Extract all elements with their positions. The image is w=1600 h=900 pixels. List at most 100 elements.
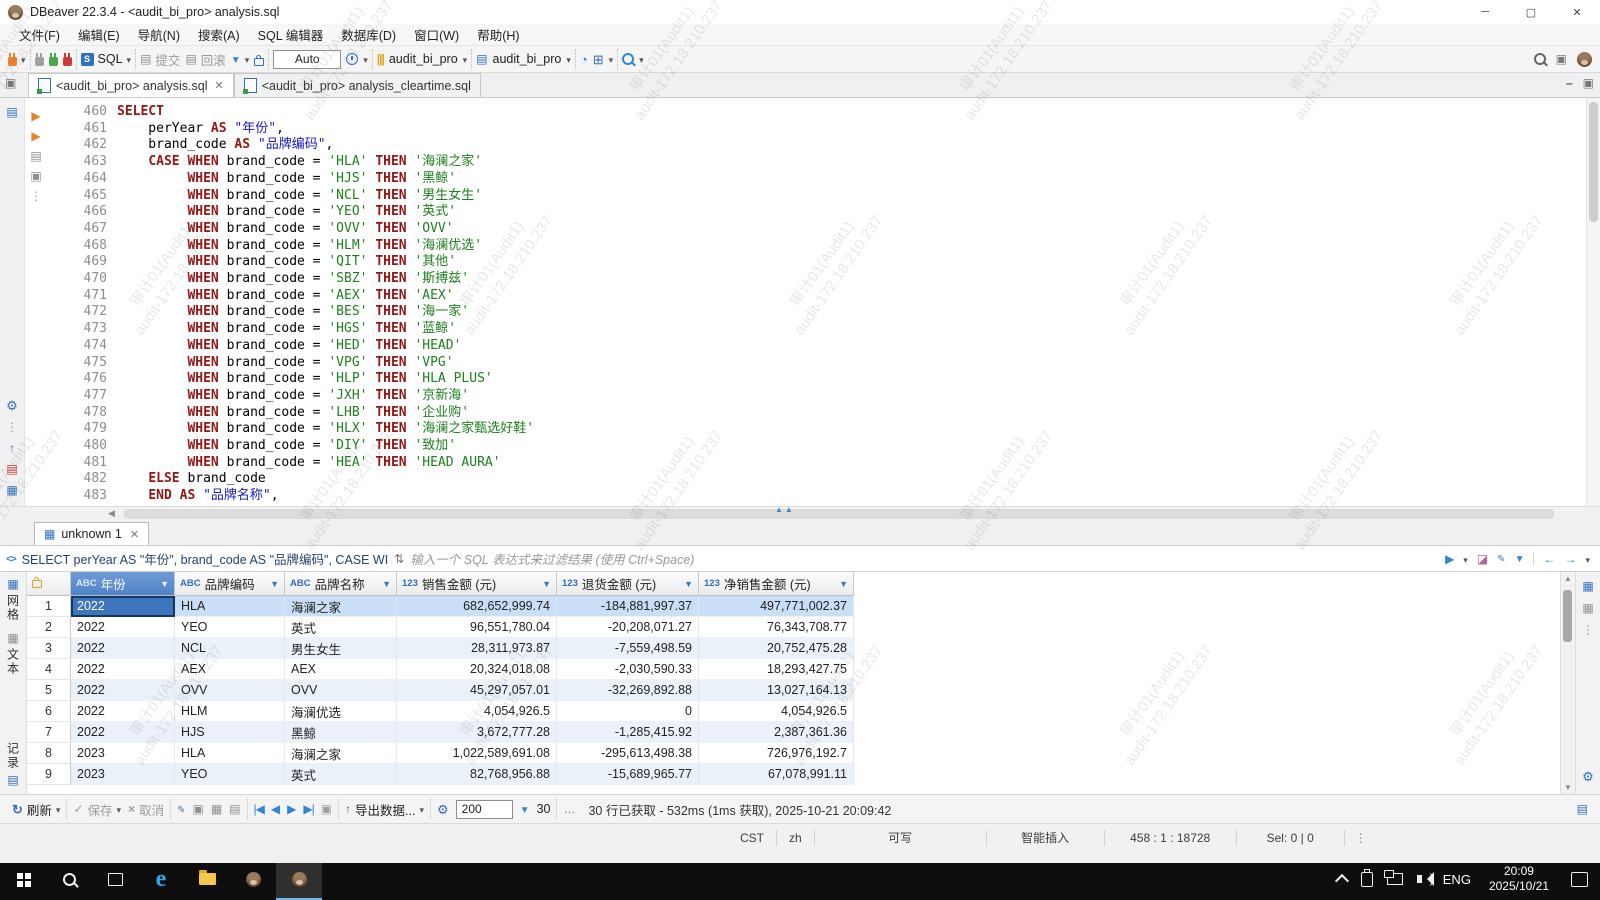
cell[interactable]: HLA — [175, 743, 285, 764]
cell[interactable]: -295,613,498.38 — [557, 743, 699, 764]
fetch-page-icon[interactable] — [321, 803, 332, 815]
apply-filter-icon[interactable] — [1445, 553, 1454, 565]
previous-row-icon[interactable] — [271, 803, 280, 815]
database-navigator-icon[interactable] — [6, 106, 17, 118]
export-icon[interactable] — [9, 442, 15, 454]
edit-cell-icon[interactable] — [177, 803, 185, 816]
cell[interactable]: 男生女生 — [285, 638, 397, 659]
row-number[interactable]: 3 — [27, 638, 71, 659]
cell[interactable]: 2022 — [71, 596, 175, 617]
cell[interactable]: 20,752,475.28 — [699, 638, 854, 659]
panel-settings-icon[interactable] — [1582, 770, 1594, 783]
search-icon[interactable] — [1533, 53, 1546, 65]
dashboard-icon[interactable] — [580, 53, 588, 66]
tab-record-mode[interactable]: 记录 — [5, 742, 22, 794]
settings-gear-icon[interactable] — [6, 399, 18, 412]
cell[interactable]: 海澜之家 — [285, 596, 397, 617]
filter-arrow-icon[interactable]: ▼ — [839, 579, 848, 589]
cell[interactable]: 2022 — [71, 638, 175, 659]
cell[interactable]: 20,324,018.08 — [397, 659, 557, 680]
column-header[interactable]: 123 退货金额 (元) ▼ — [557, 572, 699, 596]
close-icon[interactable]: ✕ — [215, 79, 224, 92]
cell[interactable]: -32,269,892.88 — [557, 680, 699, 701]
schema-selector[interactable]: audit_bi_pro — [493, 52, 562, 66]
cell[interactable]: -15,689,965.77 — [557, 764, 699, 785]
filter-arrow-icon[interactable]: ▼ — [160, 579, 169, 589]
cell[interactable]: AEX — [285, 659, 397, 680]
reconnect-icon[interactable] — [48, 52, 58, 66]
taskbar-search-button[interactable] — [46, 858, 92, 900]
minimize-button[interactable]: ─ — [1462, 0, 1508, 24]
chevron-down-icon[interactable] — [21, 53, 26, 65]
scroll-up-arrow-icon[interactable]: ▲ — [1564, 574, 1572, 583]
save-button[interactable]: 保存 — [73, 800, 121, 819]
edit-filter-icon[interactable] — [1497, 552, 1505, 565]
cell[interactable]: 英式 — [285, 617, 397, 638]
code-area[interactable]: SELECT perYear AS "年份", brand_code AS "品… — [117, 98, 1586, 506]
chevron-down-icon[interactable] — [1463, 553, 1468, 565]
row-number[interactable]: 4 — [27, 659, 71, 680]
cell[interactable]: 18,293,427.75 — [699, 659, 854, 680]
cell[interactable]: -184,881,997.37 — [557, 596, 699, 617]
explain-plan-icon[interactable] — [30, 150, 41, 162]
more-icon[interactable] — [563, 803, 575, 815]
cell[interactable]: 3,672,777.28 — [397, 722, 557, 743]
next-row-icon[interactable] — [287, 803, 296, 815]
tray-chevron-button[interactable] — [1330, 858, 1354, 900]
minimize-editor-icon[interactable] — [1566, 77, 1573, 89]
row-number[interactable]: 7 — [27, 722, 71, 743]
duplicate-row-icon[interactable] — [211, 803, 222, 815]
sql-editor-button[interactable]: SQL — [80, 52, 132, 66]
cell[interactable]: 4,054,926.5 — [699, 701, 854, 722]
filter-arrow-icon[interactable]: ▼ — [684, 579, 693, 589]
calc-panel-icon[interactable] — [1582, 602, 1593, 614]
filter-arrow-icon[interactable]: ▼ — [382, 579, 391, 589]
restore-panel-icon[interactable] — [5, 77, 16, 89]
sql-search-icon[interactable] — [622, 53, 635, 65]
task-view-button[interactable] — [92, 858, 138, 900]
value-viewer-icon[interactable] — [1582, 580, 1593, 592]
cell[interactable]: 82,768,956.88 — [397, 764, 557, 785]
perspective-icon[interactable] — [1556, 53, 1567, 65]
row-number[interactable]: 1 — [27, 596, 71, 617]
cell[interactable]: 726,976,192.7 — [699, 743, 854, 764]
row-number[interactable]: 8 — [27, 743, 71, 764]
cell[interactable]: 2023 — [71, 764, 175, 785]
export-data-button[interactable]: 导出数据... — [345, 800, 424, 819]
menu-item[interactable]: 搜索(A) — [189, 23, 249, 46]
results-tab[interactable]: unknown 1 ✕ — [34, 522, 150, 545]
dbeaver-community-icon[interactable] — [1577, 51, 1592, 67]
cell[interactable]: -2,030,590.33 — [557, 659, 699, 680]
dbeaver-taskbar-button-active[interactable] — [276, 858, 322, 900]
menu-item[interactable]: 文件(F) — [10, 23, 69, 46]
chevron-down-icon[interactable] — [419, 803, 424, 815]
close-button[interactable]: ✕ — [1554, 0, 1600, 24]
scrollbar-thumb[interactable] — [124, 509, 1554, 519]
grid-corner-cell[interactable] — [27, 572, 71, 596]
new-connection-button[interactable] — [8, 52, 26, 66]
chevron-down-icon[interactable] — [1585, 553, 1590, 565]
add-row-icon[interactable] — [192, 803, 203, 815]
row-number[interactable]: 9 — [27, 764, 71, 785]
commit-button[interactable]: 提交 — [140, 50, 180, 69]
cell[interactable]: 2023 — [71, 743, 175, 764]
copy-result-icon[interactable] — [1577, 803, 1588, 815]
cell[interactable]: YEO — [175, 617, 285, 638]
column-header[interactable]: ABC 品牌编码 ▼ — [175, 572, 285, 596]
cell[interactable]: 海澜优选 — [285, 701, 397, 722]
cell[interactable]: 2,387,361.36 — [699, 722, 854, 743]
cell[interactable]: YEO — [175, 764, 285, 785]
output-grid-icon[interactable] — [6, 484, 17, 496]
scrollbar-thumb[interactable] — [1563, 590, 1572, 642]
editor-horizontal-scrollbar[interactable]: ◀ ▲▲ — [0, 505, 1600, 521]
lock-icon[interactable] — [254, 54, 265, 66]
menu-item[interactable]: 导航(N) — [129, 23, 189, 46]
cell[interactable]: 2022 — [71, 722, 175, 743]
cell[interactable]: 英式 — [285, 764, 397, 785]
row-number[interactable]: 6 — [27, 701, 71, 722]
chevron-down-icon[interactable] — [639, 53, 644, 65]
cell[interactable]: 4,054,926.5 — [397, 701, 557, 722]
scrollbar-thumb[interactable] — [1589, 102, 1598, 222]
delete-row-icon[interactable] — [229, 803, 240, 815]
cell[interactable]: 黑鲸 — [285, 722, 397, 743]
